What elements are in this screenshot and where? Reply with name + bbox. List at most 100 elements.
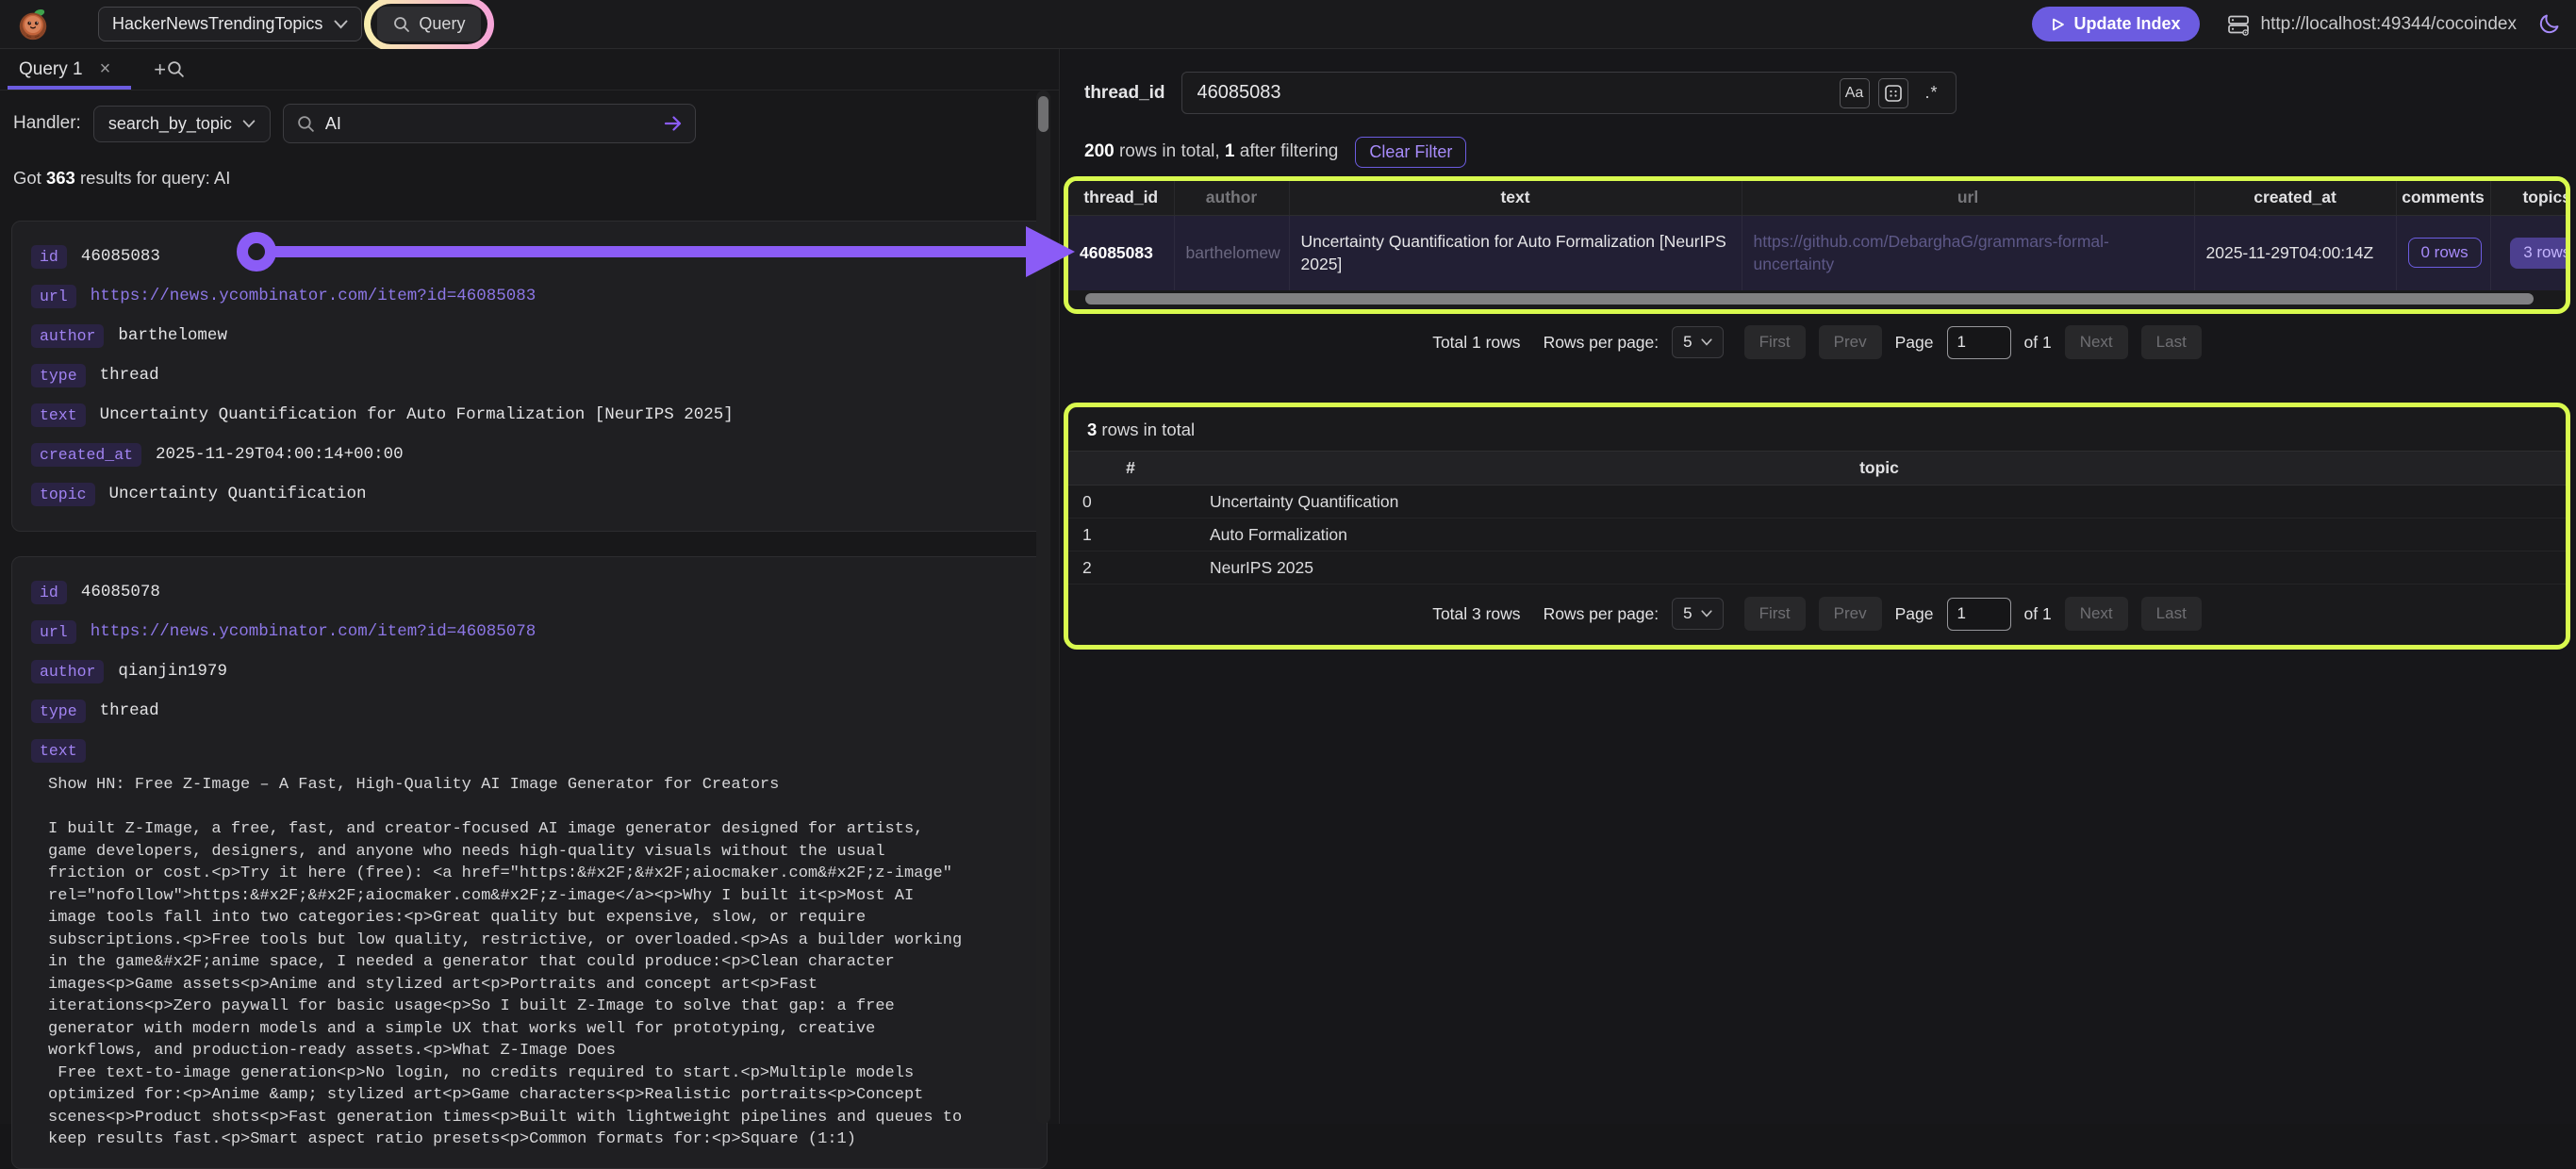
clear-filter-button[interactable]: Clear Filter bbox=[1355, 137, 1466, 168]
table-row[interactable]: 1 Auto Formalization bbox=[1068, 519, 2566, 552]
col-text[interactable]: text bbox=[1289, 181, 1742, 215]
first-page-button[interactable]: First bbox=[1744, 597, 1806, 631]
vertical-scrollbar[interactable] bbox=[1036, 91, 1050, 1124]
field-author: author barthelomew bbox=[31, 316, 1028, 355]
col-author[interactable]: author bbox=[1174, 181, 1289, 215]
col-topics[interactable]: topics bbox=[2490, 181, 2570, 215]
col-comments[interactable]: comments bbox=[2396, 181, 2490, 215]
results-table-header: thread_id author text url created_at com… bbox=[1068, 181, 2570, 215]
cell-topic: Uncertainty Quantification bbox=[1193, 486, 2566, 519]
search-icon bbox=[167, 60, 185, 78]
regex-button[interactable]: .* bbox=[1917, 78, 1947, 108]
comments-rows-button[interactable]: 0 rows bbox=[2408, 238, 2482, 268]
match-whole-word-icon bbox=[1884, 84, 1903, 103]
cell-thread-id: 46085083 bbox=[1068, 215, 1174, 290]
rows-per-page-label: Rows per page: bbox=[1544, 333, 1660, 353]
query-button[interactable]: Query bbox=[377, 7, 481, 41]
table-row[interactable]: 2 NeurIPS 2025 bbox=[1068, 552, 2566, 584]
col-url[interactable]: url bbox=[1742, 181, 2194, 215]
field-topic-label: topic bbox=[31, 483, 95, 506]
query-search-input[interactable] bbox=[325, 114, 652, 134]
field-author-value: barthelomew bbox=[118, 326, 227, 345]
search-icon bbox=[393, 16, 410, 33]
field-url-label: url bbox=[31, 285, 76, 308]
next-page-button[interactable]: Next bbox=[2065, 325, 2128, 359]
annotation-box-topics-table: 3 rows in total # topic 0 Uncertainty Qu… bbox=[1064, 403, 2570, 650]
field-topic-value: Uncertainty Quantification bbox=[109, 485, 367, 503]
page-of-label: of 1 bbox=[2024, 333, 2052, 353]
handler-select[interactable]: search_by_topic bbox=[93, 106, 271, 142]
col-index[interactable]: # bbox=[1068, 452, 1193, 486]
query-panel: Query 1 × + Handler: search_by_topic Got… bbox=[0, 49, 1060, 1124]
col-topic[interactable]: topic bbox=[1193, 452, 2566, 486]
query-tabbar: Query 1 × + bbox=[0, 49, 1059, 91]
table-row[interactable]: 46085083 barthelomew Uncertainty Quantif… bbox=[1068, 215, 2570, 290]
add-query-tab-button[interactable]: + bbox=[154, 59, 185, 80]
pagination-total: Total 3 rows bbox=[1432, 604, 1520, 624]
close-tab-icon[interactable]: × bbox=[100, 58, 111, 80]
topbar: HackerNewsTrendingTopics Query Update In… bbox=[0, 0, 2576, 49]
field-created-at-label: created_at bbox=[31, 443, 141, 467]
filter-input[interactable] bbox=[1197, 82, 1831, 104]
first-page-button[interactable]: First bbox=[1744, 325, 1806, 359]
rows-per-page-select[interactable]: 5 bbox=[1672, 598, 1723, 630]
handler-row: Handler: search_by_topic bbox=[11, 104, 1048, 143]
run-query-button[interactable] bbox=[663, 113, 684, 134]
update-index-button[interactable]: Update Index bbox=[2032, 7, 2200, 41]
table-row[interactable]: 0 Uncertainty Quantification bbox=[1068, 486, 2566, 519]
flow-selector-dropdown[interactable]: HackerNewsTrendingTopics bbox=[98, 7, 362, 41]
cell-topic: NeurIPS 2025 bbox=[1193, 552, 2566, 584]
regex-icon: .* bbox=[1925, 83, 1939, 103]
match-case-button[interactable]: Aa bbox=[1840, 78, 1870, 108]
result-summary-suffix: results for query: AI bbox=[75, 168, 231, 188]
prev-page-button[interactable]: Prev bbox=[1819, 325, 1882, 359]
horizontal-scrollbar[interactable] bbox=[1068, 290, 2566, 309]
result-card-2: id 46085078 url https://news.ycombinator… bbox=[11, 556, 1048, 1169]
topics-pagination: Total 3 rows Rows per page: 5 First Prev… bbox=[1068, 597, 2566, 631]
topics-rows-button[interactable]: 3 rows bbox=[2510, 238, 2570, 269]
field-topic: topic Uncertainty Quantification bbox=[31, 474, 1028, 514]
field-url: url https://news.ycombinator.com/item?id… bbox=[31, 276, 1028, 316]
field-type-value: thread bbox=[100, 701, 159, 720]
field-type: type thread bbox=[31, 355, 1028, 395]
topics-summary-suffix: rows in total bbox=[1097, 420, 1195, 439]
horizontal-scrollbar-thumb[interactable] bbox=[1085, 293, 2534, 305]
page-number-input[interactable] bbox=[1947, 598, 2011, 631]
play-icon bbox=[2051, 17, 2066, 32]
page-label: Page bbox=[1895, 333, 1934, 353]
search-icon bbox=[297, 115, 315, 133]
last-page-button[interactable]: Last bbox=[2141, 325, 2202, 359]
rows-per-page-select[interactable]: 5 bbox=[1672, 326, 1723, 358]
chevron-down-icon bbox=[1701, 610, 1712, 617]
col-created-at[interactable]: created_at bbox=[2194, 181, 2396, 215]
cell-text: Uncertainty Quantification for Auto Form… bbox=[1289, 215, 1742, 290]
rows-per-page-value: 5 bbox=[1683, 604, 1692, 623]
topics-summary: 3 rows in total bbox=[1068, 407, 2566, 451]
annotation-box-results-table: thread_id author text url created_at com… bbox=[1064, 176, 2570, 314]
last-page-button[interactable]: Last bbox=[2141, 597, 2202, 631]
cell-index: 1 bbox=[1068, 519, 1193, 552]
field-author-label: author bbox=[31, 324, 104, 348]
page-number-input[interactable] bbox=[1947, 326, 2011, 359]
rows-filtered-count: 1 bbox=[1225, 141, 1235, 161]
results-pagination: Total 1 rows Rows per page: 5 First Prev… bbox=[1064, 325, 2570, 359]
vertical-scrollbar-thumb[interactable] bbox=[1038, 96, 1049, 132]
cell-comments: 0 rows bbox=[2396, 215, 2490, 290]
plus-icon: + bbox=[154, 59, 166, 80]
cell-url[interactable]: https://github.com/DebarghaG/grammars-fo… bbox=[1742, 215, 2194, 290]
dark-mode-toggle[interactable] bbox=[2537, 12, 2561, 36]
result-card-1: id 46085083 url https://news.ycombinator… bbox=[11, 221, 1048, 532]
cocoindex-logo-icon bbox=[15, 7, 51, 42]
field-url-value[interactable]: https://news.ycombinator.com/item?id=460… bbox=[91, 622, 537, 641]
field-url-value[interactable]: https://news.ycombinator.com/item?id=460… bbox=[91, 287, 537, 305]
match-whole-word-button[interactable] bbox=[1878, 78, 1908, 108]
results-table: thread_id author text url created_at com… bbox=[1068, 181, 2570, 290]
field-id-label: id bbox=[31, 245, 67, 269]
next-page-button[interactable]: Next bbox=[2065, 597, 2128, 631]
col-thread-id[interactable]: thread_id bbox=[1068, 181, 1174, 215]
prev-page-button[interactable]: Prev bbox=[1819, 597, 1882, 631]
filter-column-label: thread_id bbox=[1084, 83, 1165, 104]
moon-icon bbox=[2537, 12, 2561, 36]
tab-query-1[interactable]: Query 1 × bbox=[19, 49, 124, 90]
handler-label: Handler: bbox=[11, 113, 81, 134]
